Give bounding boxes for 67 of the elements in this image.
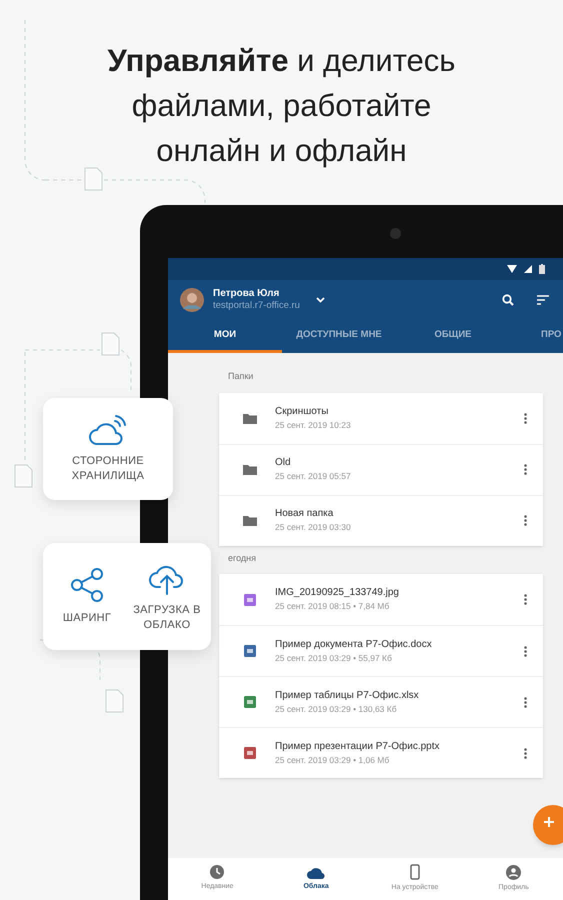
battery-icon bbox=[539, 264, 545, 274]
file-row[interactable]: IMG_20190925_133749.jpg 25 сент. 2019 08:15 • 7,84 Мб bbox=[219, 574, 543, 625]
file-details: 25 сент. 2019 03:30 bbox=[275, 521, 352, 534]
file-row[interactable]: Скриншоты 25 сент. 2019 10:23 bbox=[219, 392, 543, 444]
cloud-icon bbox=[307, 866, 326, 879]
tab[interactable]: ОБЩИЕ bbox=[396, 320, 510, 353]
file-name: IMG_20190925_133749.jpg bbox=[275, 586, 400, 600]
file-name: Новая папка bbox=[275, 507, 334, 521]
avatar bbox=[180, 288, 204, 312]
file-name: Old bbox=[275, 456, 292, 470]
headline: Управляйте и делитесь файлами, работайте онлайн и офлайн bbox=[106, 42, 456, 170]
file-row[interactable]: Пример таблицы Р7-Офис.xlsx 25 сент. 2019 03:29 • 130,63 Кб bbox=[219, 676, 543, 727]
file-row[interactable]: Новая папка 25 сент. 2019 03:30 bbox=[219, 494, 543, 546]
document-icon bbox=[84, 168, 102, 190]
clock-icon bbox=[210, 865, 224, 880]
feature-label: СТОРОННИЕ ХРАНИЛИЩА bbox=[70, 454, 146, 484]
more-icon[interactable] bbox=[524, 412, 527, 424]
wifi-icon bbox=[507, 265, 517, 273]
file-row[interactable]: Old 25 сент. 2019 05:57 bbox=[219, 444, 543, 494]
document-file-icon bbox=[244, 645, 256, 657]
file-name: Пример документа Р7-Офис.docx bbox=[275, 638, 433, 652]
plus-icon bbox=[543, 816, 555, 828]
tab[interactable]: ДОСТУПНЫЕ МНЕ bbox=[282, 320, 396, 353]
image-file-icon bbox=[244, 594, 256, 606]
profile-icon bbox=[506, 864, 522, 880]
document-icon bbox=[102, 332, 120, 356]
file-row[interactable]: Пример презентации Р7-Офис.pptx 25 сент. 2019 03:29 • 1,06 Мб bbox=[219, 727, 543, 778]
more-icon[interactable] bbox=[524, 515, 527, 526]
phone-icon bbox=[410, 864, 420, 880]
portal-address: testportal.r7-office.ru bbox=[213, 300, 300, 312]
document-icon bbox=[14, 464, 32, 488]
folder-icon bbox=[243, 515, 257, 526]
more-icon[interactable] bbox=[524, 464, 527, 475]
file-name: Пример таблицы Р7-Офис.xlsx bbox=[275, 688, 420, 702]
tab[interactable]: МОИ bbox=[168, 320, 282, 353]
cloud-signal-icon bbox=[88, 414, 128, 446]
more-icon[interactable] bbox=[524, 696, 527, 708]
feature-label: ШАРИНГ bbox=[62, 611, 112, 626]
spreadsheet-file-icon bbox=[244, 696, 256, 708]
sort-icon[interactable] bbox=[537, 295, 549, 305]
dashed-line bbox=[120, 350, 132, 390]
folder-icon bbox=[243, 464, 257, 475]
file-details: 25 сент. 2019 03:29 • 130,63 Кб bbox=[275, 702, 398, 716]
document-icon bbox=[106, 690, 124, 712]
folder-icon bbox=[243, 412, 257, 424]
dropdown-icon[interactable] bbox=[316, 297, 325, 303]
file-details: 25 сент. 2019 05:57 bbox=[275, 470, 352, 483]
more-icon[interactable] bbox=[524, 748, 527, 758]
feature-label: ЗАГРУЗКА В ОБЛАКО bbox=[132, 602, 202, 632]
account-name: Петрова Юля bbox=[213, 288, 280, 300]
file-details: 25 сент. 2019 08:15 • 7,84 Мб bbox=[275, 600, 390, 613]
signal-icon bbox=[524, 265, 532, 273]
camera-icon bbox=[390, 228, 401, 239]
file-details: 25 сент. 2019 03:29 • 1,06 Мб bbox=[275, 754, 390, 766]
section-title: егодня bbox=[228, 552, 257, 565]
file-row[interactable]: Пример документа Р7-Офис.docx 25 сент. 2019 03:29 • 55,97 Кб bbox=[219, 625, 543, 676]
file-details: 25 сент. 2019 10:23 bbox=[275, 418, 352, 432]
file-name: Пример презентации Р7-Офис.pptx bbox=[275, 740, 441, 754]
file-name: Скриншоты bbox=[275, 404, 330, 418]
more-icon[interactable] bbox=[524, 594, 527, 605]
search-icon[interactable] bbox=[502, 294, 514, 306]
more-icon[interactable] bbox=[524, 646, 527, 656]
tab[interactable]: ПРО bbox=[510, 320, 563, 353]
share-icon bbox=[70, 567, 104, 603]
section-title: Папки bbox=[228, 370, 254, 383]
presentation-file-icon bbox=[244, 747, 256, 759]
file-details: 25 сент. 2019 03:29 • 55,97 Кб bbox=[275, 652, 393, 664]
